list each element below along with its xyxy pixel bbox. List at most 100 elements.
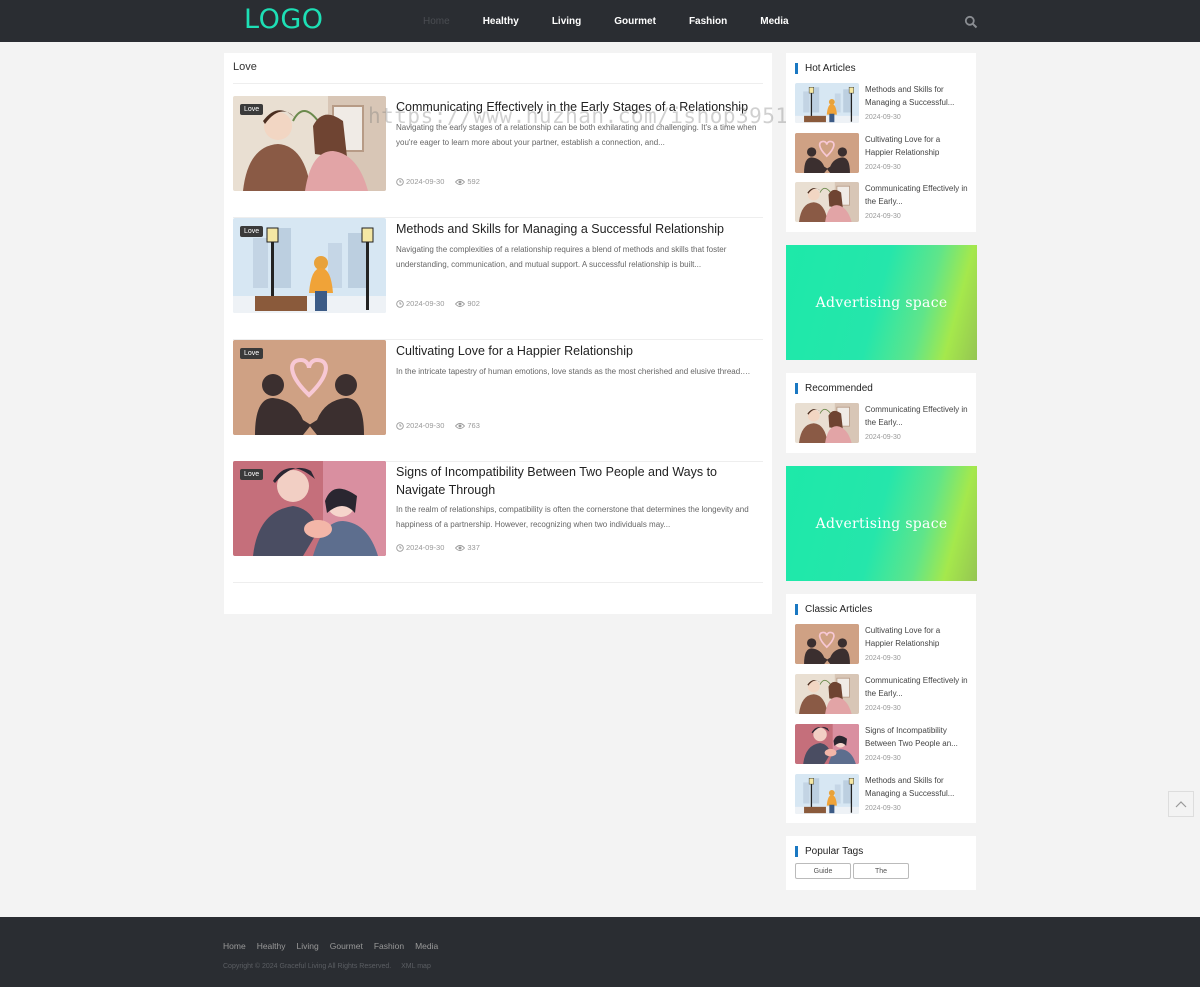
footer-link-home[interactable]: Home: [223, 941, 246, 951]
advertising-banner[interactable]: Advertising space: [786, 466, 977, 581]
tag-link[interactable]: Guide: [795, 863, 851, 879]
article-item[interactable]: Love Communicating Effectively in the Ea…: [233, 96, 763, 218]
tag-link[interactable]: The: [853, 863, 909, 879]
article-date: 2024-09-30: [396, 421, 444, 430]
article-views: 902: [455, 299, 480, 308]
copyright-text: Copyright © 2024 Graceful Living All Rig…: [223, 963, 392, 970]
date-text: 2024-09-30: [406, 421, 445, 430]
side-article-title[interactable]: Cultivating Love for a Happier Relations…: [865, 625, 969, 650]
side-thumbnail[interactable]: [795, 774, 859, 814]
category-badge[interactable]: Love: [240, 469, 264, 480]
side-thumbnail[interactable]: [795, 674, 859, 714]
side-thumbnail[interactable]: [795, 182, 859, 222]
side-article-item[interactable]: Communicating Effectively in the Early..…: [795, 674, 970, 716]
side-article-item[interactable]: Signs of Incompatibility Between Two Peo…: [795, 724, 970, 766]
section-title: Recommended: [795, 383, 873, 394]
popular-tags-box: Popular Tags Guide The: [786, 836, 976, 890]
divider: [233, 83, 763, 84]
article-meta: 2024-09-30 902: [396, 299, 491, 308]
footer-link-fashion[interactable]: Fashion: [374, 941, 404, 951]
chevron-up-icon: [1175, 801, 1187, 808]
side-article-date: 2024-09-30: [865, 755, 901, 762]
side-article-title[interactable]: Communicating Effectively in the Early..…: [865, 675, 969, 700]
article-thumbnail[interactable]: Love: [233, 96, 386, 191]
category-badge[interactable]: Love: [240, 348, 264, 359]
side-article-date: 2024-09-30: [865, 655, 901, 662]
main-nav: Home Healthy Living Gourmet Fashion Medi…: [423, 0, 822, 42]
article-views: 337: [455, 543, 480, 552]
eye-icon: [455, 300, 466, 307]
side-article-item[interactable]: Cultivating Love for a Happier Relations…: [795, 133, 970, 175]
clock-icon: [396, 543, 404, 552]
footer-link-healthy[interactable]: Healthy: [257, 941, 286, 951]
eye-icon: [455, 544, 466, 551]
nav-media[interactable]: Media: [760, 16, 788, 27]
nav-fashion[interactable]: Fashion: [689, 16, 727, 27]
side-article-title[interactable]: Communicating Effectively in the Early..…: [865, 404, 969, 429]
back-to-top-button[interactable]: [1168, 791, 1194, 817]
article-thumbnail[interactable]: Love: [233, 218, 386, 313]
category-badge[interactable]: Love: [240, 104, 264, 115]
hot-articles-box: Hot Articles Methods and Skills for Mana…: [786, 53, 976, 232]
clock-icon: [396, 421, 404, 430]
nav-home[interactable]: Home: [423, 16, 450, 27]
article-item[interactable]: Love Cultivating Love for a Happier Rela…: [233, 340, 763, 462]
section-title: Popular Tags: [795, 846, 863, 857]
article-excerpt: Navigating the early stages of a relatio…: [396, 123, 757, 147]
article-title[interactable]: Signs of Incompatibility Between Two Peo…: [396, 463, 756, 499]
side-article-title[interactable]: Methods and Skills for Managing a Succes…: [865, 775, 969, 800]
article-date: 2024-09-30: [396, 177, 444, 186]
side-thumbnail[interactable]: [795, 724, 859, 764]
side-article-item[interactable]: Communicating Effectively in the Early..…: [795, 403, 970, 445]
xml-map-link[interactable]: XML map: [401, 963, 431, 970]
side-article-title[interactable]: Communicating Effectively in the Early..…: [865, 183, 969, 208]
article-item[interactable]: Love Methods and Skills for Managing a S…: [233, 218, 763, 340]
footer-link-media[interactable]: Media: [415, 941, 438, 951]
article-title[interactable]: Methods and Skills for Managing a Succes…: [396, 220, 766, 238]
article-date: 2024-09-30: [396, 543, 444, 552]
article-title[interactable]: Communicating Effectively in the Early S…: [396, 98, 766, 116]
advertising-banner[interactable]: Advertising space: [786, 245, 977, 360]
article-thumbnail[interactable]: Love: [233, 340, 386, 435]
views-count: 592: [467, 177, 480, 186]
clock-icon: [396, 177, 404, 186]
views-count: 337: [467, 543, 480, 552]
ad-label: Advertising space: [815, 515, 948, 532]
article-meta: 2024-09-30 337: [396, 543, 491, 552]
date-text: 2024-09-30: [406, 299, 445, 308]
side-thumbnail[interactable]: [795, 624, 859, 664]
side-article-date: 2024-09-30: [865, 434, 901, 441]
side-article-title[interactable]: Cultivating Love for a Happier Relations…: [865, 134, 969, 159]
footer-nav: Home Healthy Living Gourmet Fashion Medi…: [223, 941, 449, 951]
date-text: 2024-09-30: [406, 543, 445, 552]
side-article-item[interactable]: Cultivating Love for a Happier Relations…: [795, 624, 970, 666]
section-title: Classic Articles: [795, 604, 872, 615]
side-article-item[interactable]: Methods and Skills for Managing a Succes…: [795, 774, 970, 816]
side-thumbnail[interactable]: [795, 83, 859, 123]
side-article-title[interactable]: Signs of Incompatibility Between Two Peo…: [865, 725, 969, 750]
eye-icon: [455, 178, 466, 185]
side-thumbnail[interactable]: [795, 133, 859, 173]
nav-living[interactable]: Living: [552, 16, 581, 27]
article-excerpt: In the realm of relationships, compatibi…: [396, 505, 749, 529]
nav-healthy[interactable]: Healthy: [483, 16, 519, 27]
side-article-title[interactable]: Methods and Skills for Managing a Succes…: [865, 84, 969, 109]
article-item[interactable]: Love Signs of Incompatibility Between Tw…: [233, 461, 763, 583]
footer-link-living[interactable]: Living: [297, 941, 319, 951]
section-title: Hot Articles: [795, 63, 856, 74]
nav-gourmet[interactable]: Gourmet: [614, 16, 656, 27]
search-icon[interactable]: [964, 14, 978, 29]
side-thumbnail[interactable]: [795, 403, 859, 443]
article-list-panel: Love Love Communicating Effectively in t…: [224, 53, 772, 614]
article-excerpt: In the intricate tapestry of human emoti…: [396, 367, 751, 376]
category-badge[interactable]: Love: [240, 226, 264, 237]
footer-link-gourmet[interactable]: Gourmet: [330, 941, 363, 951]
article-title[interactable]: Cultivating Love for a Happier Relations…: [396, 342, 766, 360]
side-article-date: 2024-09-30: [865, 705, 901, 712]
copyright: Copyright © 2024 Graceful Living All Rig…: [223, 963, 439, 970]
article-thumbnail[interactable]: Love: [233, 461, 386, 556]
side-article-item[interactable]: Methods and Skills for Managing a Succes…: [795, 83, 970, 125]
side-article-date: 2024-09-30: [865, 164, 901, 171]
side-article-item[interactable]: Communicating Effectively in the Early..…: [795, 182, 970, 224]
site-logo[interactable]: LOGO: [244, 3, 324, 37]
